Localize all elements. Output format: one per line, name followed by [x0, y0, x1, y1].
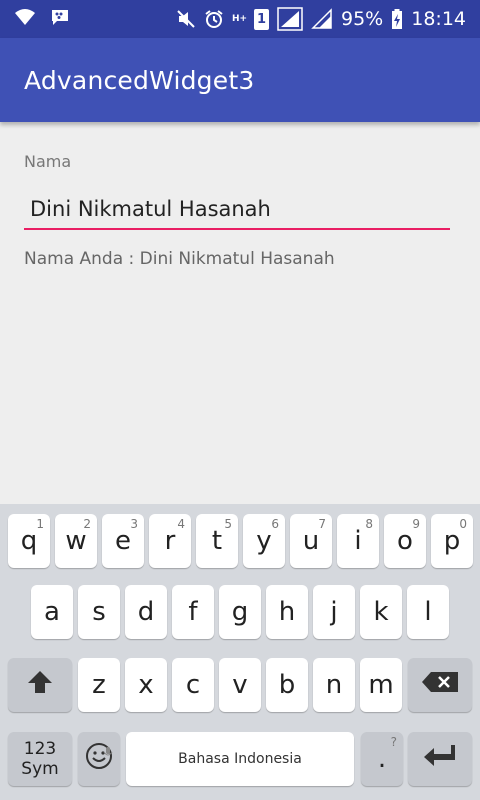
enter-key[interactable] [408, 732, 472, 786]
key-v[interactable]: v [219, 658, 261, 712]
key-s[interactable]: s [78, 585, 120, 639]
key-e[interactable]: e3 [102, 514, 144, 568]
battery-percent: 95% [341, 8, 384, 30]
symbols-key[interactable]: 123 Sym [8, 732, 72, 786]
key-b[interactable]: b [266, 658, 308, 712]
emoji-key[interactable] [78, 732, 120, 786]
key-x[interactable]: x [125, 658, 167, 712]
alarm-icon [204, 9, 224, 29]
key-q[interactable]: q1 [8, 514, 50, 568]
key-d[interactable]: d [125, 585, 167, 639]
key-u[interactable]: u7 [290, 514, 332, 568]
battery-charging-icon [391, 8, 403, 30]
key-r[interactable]: r4 [149, 514, 191, 568]
bbm-icon [50, 8, 70, 26]
key-l[interactable]: l [407, 585, 449, 639]
backspace-icon [421, 670, 459, 700]
signal-icon-2 [311, 8, 333, 30]
key-k[interactable]: k [360, 585, 402, 639]
soft-keyboard: q1 w2 e3 r4 t5 y6 u7 i8 o9 p0 a s d f g … [0, 504, 480, 800]
key-o[interactable]: o9 [384, 514, 426, 568]
key-n[interactable]: n [313, 658, 355, 712]
wifi-icon [14, 8, 36, 26]
key-m[interactable]: m [360, 658, 402, 712]
key-j[interactable]: j [313, 585, 355, 639]
app-title: AdvancedWidget3 [24, 66, 255, 95]
key-a[interactable]: a [31, 585, 73, 639]
key-h[interactable]: h [266, 585, 308, 639]
key-w[interactable]: w2 [55, 514, 97, 568]
key-i[interactable]: i8 [337, 514, 379, 568]
key-t[interactable]: t5 [196, 514, 238, 568]
shift-arrow-icon [27, 669, 53, 702]
name-input[interactable] [24, 190, 450, 230]
enter-icon [423, 743, 457, 776]
mute-icon [176, 9, 196, 29]
name-result-text: Nama Anda : Dini Nikmatul Hasanah [24, 249, 335, 269]
microphone-icon [103, 736, 113, 766]
app-bar: AdvancedWidget3 [0, 38, 480, 122]
key-c[interactable]: c [172, 658, 214, 712]
name-label: Nama [24, 152, 72, 171]
key-p[interactable]: p0 [431, 514, 473, 568]
key-g[interactable]: g [219, 585, 261, 639]
sim-slot-indicator: 1 [254, 8, 269, 30]
key-z[interactable]: z [78, 658, 120, 712]
status-bar: H+ 1 95% 18:14 [0, 0, 480, 38]
key-f[interactable]: f [172, 585, 214, 639]
period-key[interactable]: . ? [361, 732, 403, 786]
clock: 18:14 [411, 8, 466, 30]
signal-icon [277, 7, 303, 31]
backspace-key[interactable] [408, 658, 472, 712]
shift-key[interactable] [8, 658, 72, 712]
key-y[interactable]: y6 [243, 514, 285, 568]
space-bar[interactable]: Bahasa Indonesia [126, 732, 354, 786]
network-type: H+ [232, 14, 248, 24]
